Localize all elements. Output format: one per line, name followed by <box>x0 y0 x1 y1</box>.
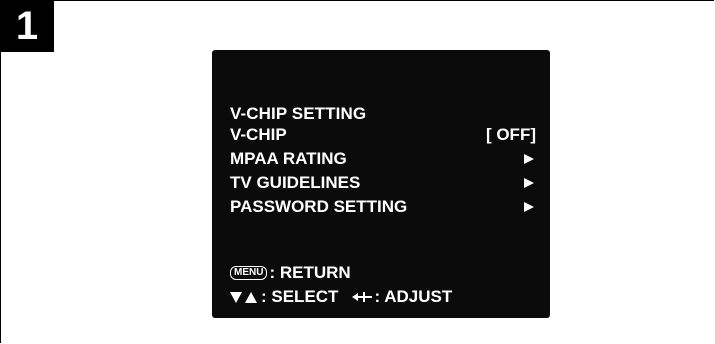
return-hint-text: : RETURN <box>269 263 351 282</box>
v-chip-value: [ OFF] <box>485 125 536 144</box>
menu-key-icon: MENU <box>230 266 268 280</box>
menu-item-v-chip[interactable]: V-CHIP [ OFF] <box>230 124 536 146</box>
up-arrow-icon <box>245 291 257 303</box>
menu-title: V-CHIP SETTING <box>230 104 367 123</box>
menu-item-label: V-CHIP <box>230 125 287 144</box>
down-arrow-icon <box>230 291 242 303</box>
step-number-badge: 1 <box>0 0 54 52</box>
select-hint-text: : SELECT <box>261 287 339 306</box>
menu-item-mpaa-rating[interactable]: MPAA RATING <box>230 148 536 170</box>
menu-item-label: TV GUIDELINES <box>230 173 361 192</box>
adjust-hint-text: : ADJUST <box>374 287 453 306</box>
footer-return-hint: MENU : RETURN <box>230 262 351 284</box>
menu-item-tv-guidelines[interactable]: TV GUIDELINES <box>230 172 536 194</box>
menu-item-label: MPAA RATING <box>230 149 347 168</box>
arrow-right-icon <box>524 178 534 188</box>
footer-select-adjust-hint: : SELECT : ADJUST <box>230 286 452 308</box>
adjust-arrow-icon <box>352 292 373 302</box>
tv-menu-screen: V-CHIP SETTING V-CHIP [ OFF] MPAA RATING… <box>212 50 550 318</box>
menu-item-label: PASSWORD SETTING <box>230 197 408 216</box>
arrow-right-icon <box>524 154 534 164</box>
menu-item-password-setting[interactable]: PASSWORD SETTING <box>230 196 536 218</box>
arrow-right-icon <box>524 202 534 212</box>
